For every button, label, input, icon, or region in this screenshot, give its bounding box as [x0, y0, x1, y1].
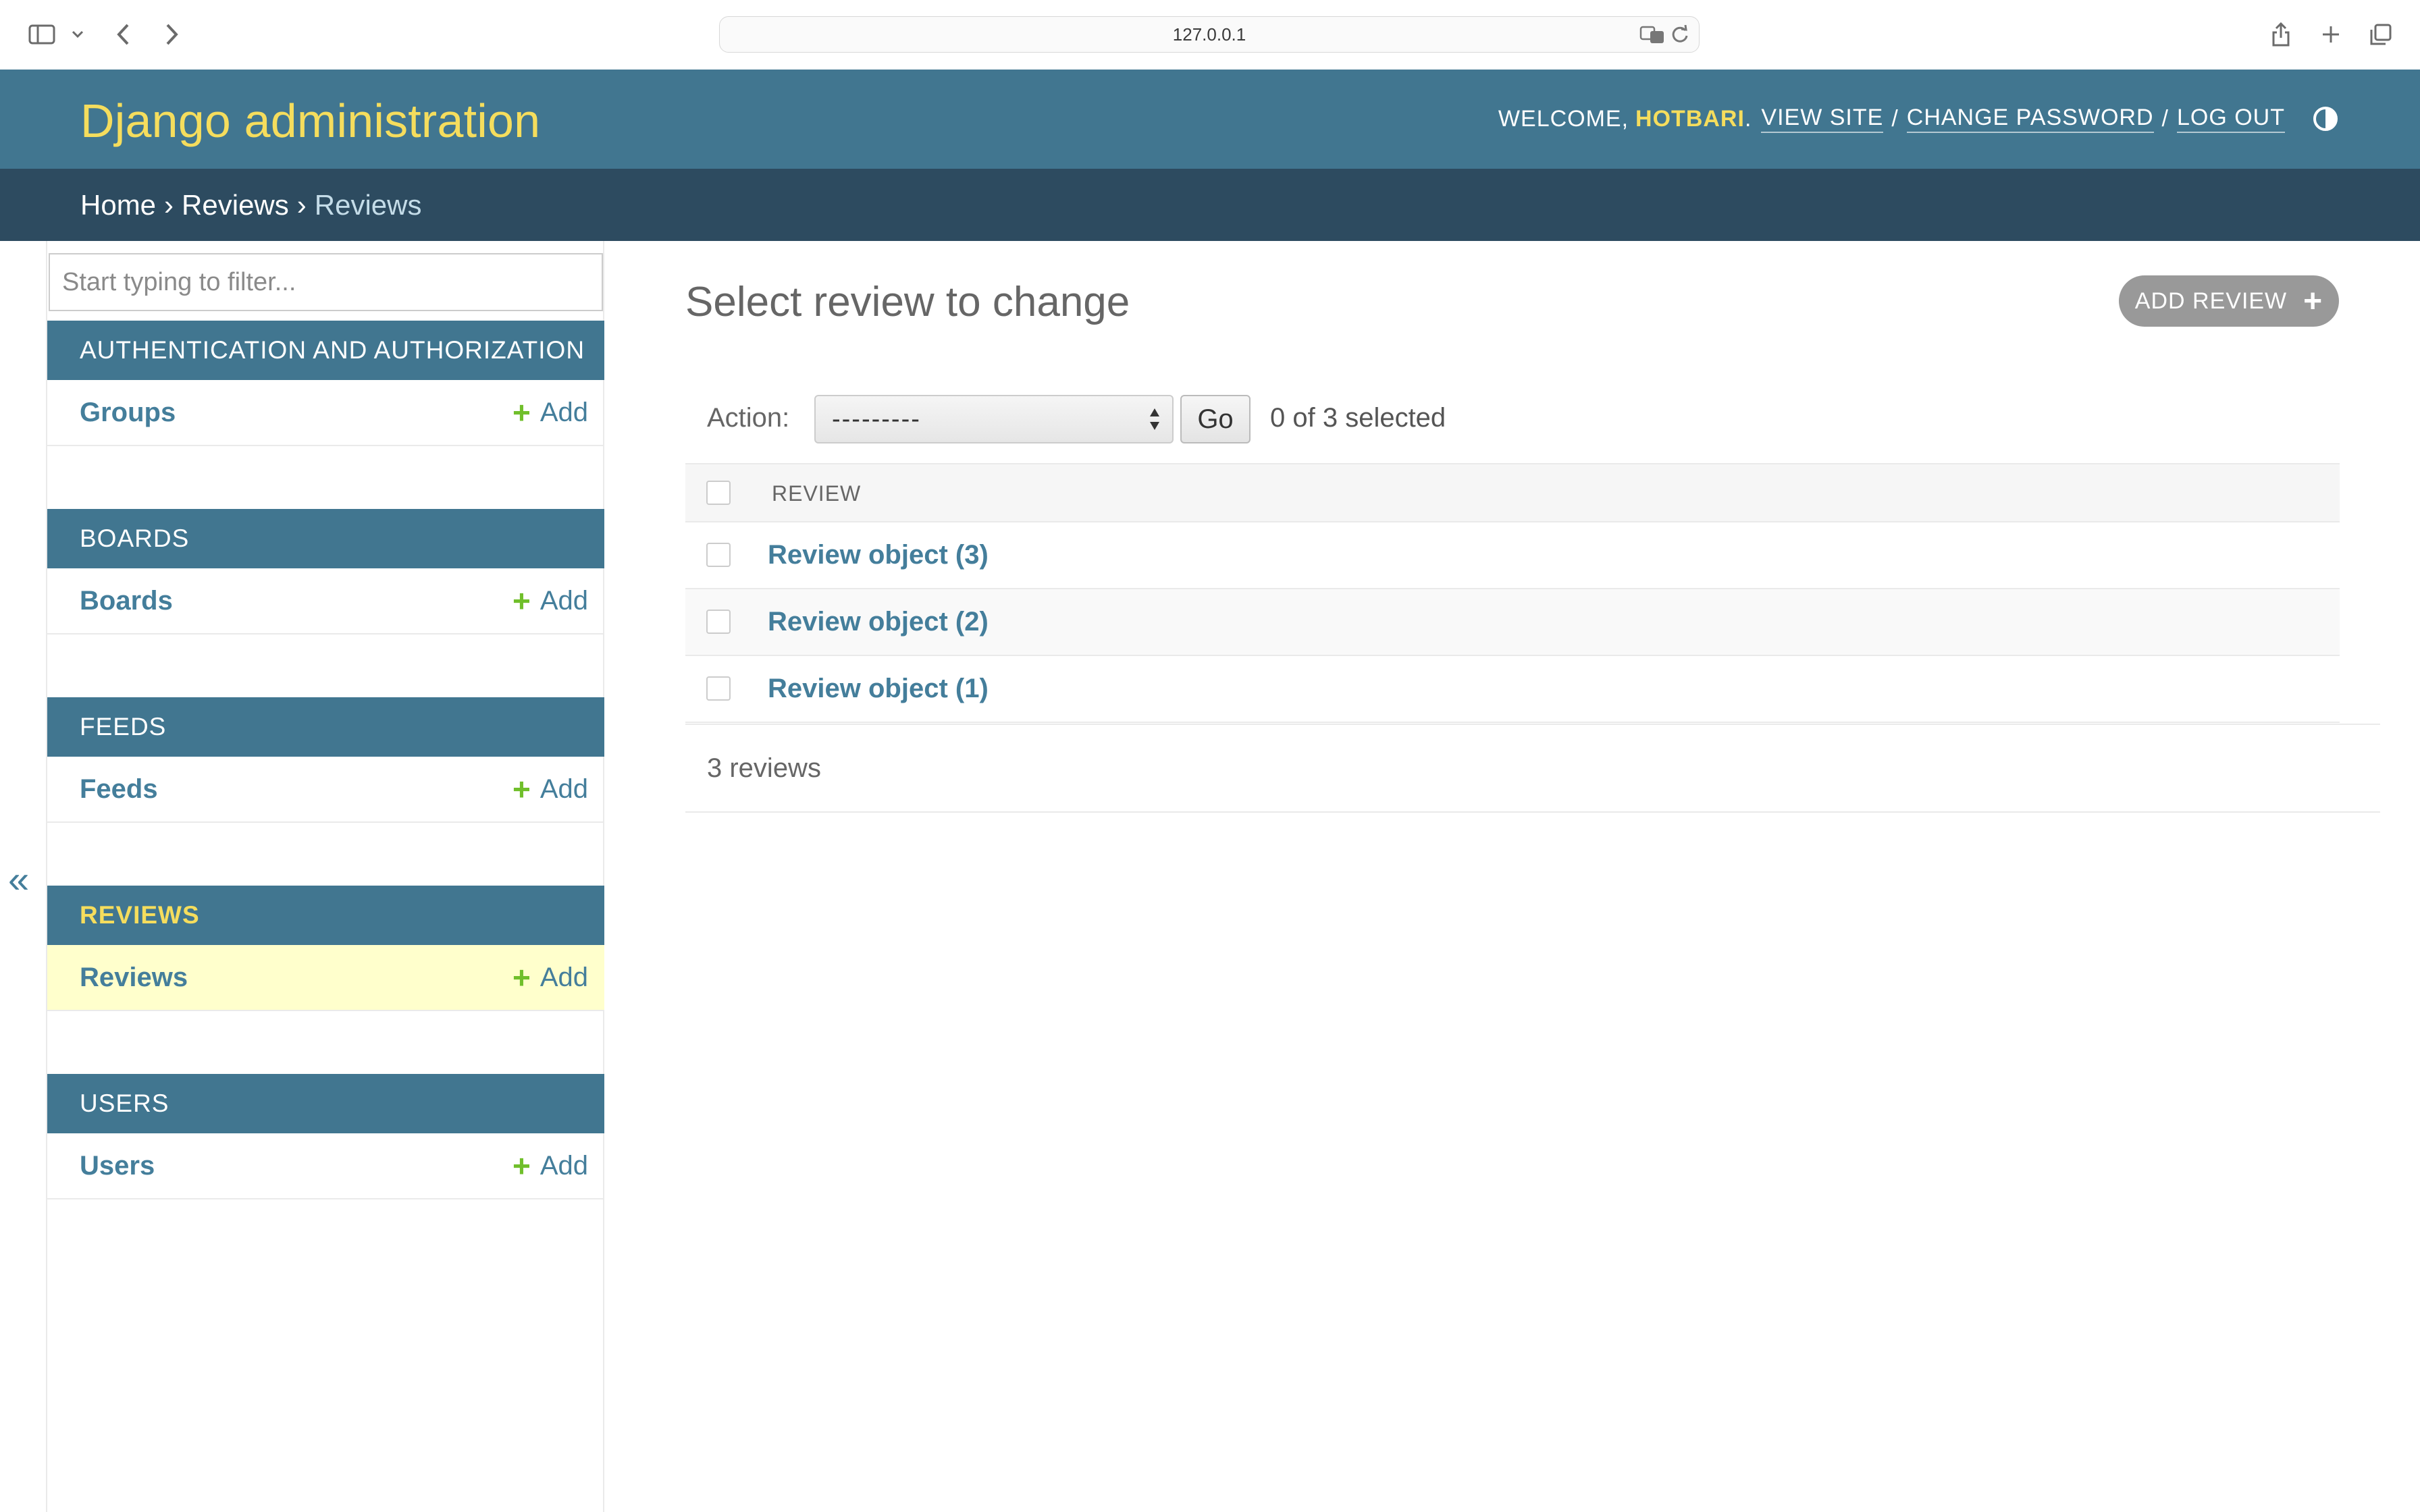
model-link-groups[interactable]: Groups [80, 380, 176, 445]
module-feeds: FEEDS Feeds + Add [47, 697, 604, 823]
site-header: Django administration WELCOME, HOTBARI .… [0, 70, 2420, 169]
row-checkbox[interactable] [706, 610, 731, 634]
add-label: Add [540, 586, 588, 616]
row-checkbox[interactable] [706, 543, 731, 567]
breadcrumb: Home › Reviews › Reviews [0, 169, 2420, 241]
add-review-button[interactable]: ADD REVIEW + [2119, 275, 2339, 327]
breadcrumb-app-link[interactable]: Reviews [182, 189, 289, 221]
add-review-label: ADD REVIEW [2134, 288, 2288, 314]
welcome-text: WELCOME, [1498, 105, 1629, 132]
module-caption-boards[interactable]: BOARDS [47, 509, 604, 568]
table-row: Review object (2) [685, 589, 2340, 656]
action-select-value: --------- [832, 405, 921, 433]
reload-icon[interactable] [1671, 24, 1689, 45]
toggle-sidebar-button[interactable]: « [8, 857, 29, 901]
model-link-boards[interactable]: Boards [80, 568, 173, 633]
chevron-down-icon[interactable] [68, 20, 88, 49]
add-label: Add [540, 1151, 588, 1181]
module-caption-feeds[interactable]: FEEDS [47, 697, 604, 757]
model-link-users[interactable]: Users [80, 1133, 155, 1198]
selection-count: 0 of 3 selected [1270, 403, 1446, 433]
period: . [1744, 105, 1752, 132]
breadcrumb-separator: › [296, 189, 307, 221]
model-link-reviews[interactable]: Reviews [80, 945, 188, 1010]
separator: / [2161, 105, 2169, 132]
add-plus-icon: + [512, 960, 531, 995]
module-reviews: REVIEWS Reviews + Add [47, 886, 604, 1011]
add-label: Add [540, 963, 588, 992]
select-all-checkbox[interactable] [706, 481, 731, 505]
review-link[interactable]: Review object (3) [768, 522, 989, 588]
back-arrow-icon[interactable] [110, 20, 137, 49]
add-reviews-link[interactable]: + Add [512, 945, 588, 1010]
sidebar-item-reviews: Reviews + Add [47, 945, 604, 1011]
select-arrows-icon [1150, 408, 1159, 430]
table-header: REVIEW [685, 463, 2340, 522]
username: HOTBARI [1635, 105, 1745, 132]
breadcrumb-home-link[interactable]: Home [80, 189, 156, 221]
nav-filter-input[interactable] [50, 254, 602, 310]
change-password-link[interactable]: CHANGE PASSWORD [1906, 105, 2154, 133]
paginator: 3 reviews [685, 724, 2380, 813]
action-select[interactable]: --------- [814, 395, 1174, 443]
address-bar[interactable]: 127.0.0.1 [719, 16, 1700, 53]
results-table: REVIEW Review object (3) Review object (… [685, 463, 2340, 723]
sidebar-item-groups: Groups + Add [47, 380, 604, 446]
theme-toggle-icon[interactable] [2312, 105, 2339, 132]
separator: / [1891, 105, 1899, 132]
new-tab-icon[interactable] [2317, 20, 2344, 49]
url-text: 127.0.0.1 [1172, 24, 1246, 45]
review-link[interactable]: Review object (2) [768, 589, 989, 655]
add-plus-icon: + [512, 395, 531, 430]
add-plus-icon: + [512, 1148, 531, 1183]
view-site-link[interactable]: VIEW SITE [1761, 105, 1884, 133]
add-plus-icon: + [512, 583, 531, 618]
actions-bar: Action: --------- Go 0 of 3 selected [685, 385, 2340, 463]
translate-icon[interactable] [1639, 24, 1666, 45]
module-users: USERS Users + Add [47, 1074, 604, 1199]
row-checkbox[interactable] [706, 676, 731, 701]
go-button[interactable]: Go [1180, 395, 1251, 443]
sidebar-item-boards: Boards + Add [47, 568, 604, 634]
breadcrumb-separator: › [164, 189, 174, 221]
share-icon[interactable] [2267, 20, 2294, 49]
module-auth: AUTHENTICATION AND AUTHORIZATION Groups … [47, 321, 604, 446]
add-label: Add [540, 398, 588, 427]
sidebar-toggle-icon[interactable] [27, 20, 57, 49]
table-row: Review object (1) [685, 656, 2340, 723]
site-branding[interactable]: Django administration [80, 94, 540, 148]
forward-arrow-icon[interactable] [158, 20, 185, 49]
log-out-link[interactable]: LOG OUT [2176, 105, 2285, 133]
model-link-feeds[interactable]: Feeds [80, 757, 158, 821]
breadcrumb-current: Reviews [314, 189, 422, 221]
add-groups-link[interactable]: + Add [512, 380, 588, 445]
add-boards-link[interactable]: + Add [512, 568, 588, 633]
nav-filter [49, 253, 603, 311]
user-tools: WELCOME, HOTBARI . VIEW SITE / CHANGE PA… [1498, 105, 2339, 133]
add-users-link[interactable]: + Add [512, 1133, 588, 1198]
add-label: Add [540, 774, 588, 804]
module-caption-auth[interactable]: AUTHENTICATION AND AUTHORIZATION [47, 321, 604, 380]
nav-sidebar: AUTHENTICATION AND AUTHORIZATION Groups … [46, 241, 604, 1512]
sidebar-item-feeds: Feeds + Add [47, 757, 604, 823]
review-link[interactable]: Review object (1) [768, 656, 989, 722]
module-boards: BOARDS Boards + Add [47, 509, 604, 634]
add-feeds-link[interactable]: + Add [512, 757, 588, 821]
tab-overview-icon[interactable] [2367, 20, 2394, 49]
result-count: 3 reviews [707, 753, 821, 783]
sidebar-item-users: Users + Add [47, 1133, 604, 1199]
column-header-review[interactable]: REVIEW [772, 464, 861, 522]
table-row: Review object (3) [685, 522, 2340, 589]
add-plus-icon: + [512, 772, 531, 807]
browser-toolbar: 127.0.0.1 [0, 0, 2420, 70]
module-caption-users[interactable]: USERS [47, 1074, 604, 1133]
module-caption-reviews[interactable]: REVIEWS [47, 886, 604, 945]
plus-icon: + [2303, 283, 2323, 319]
action-label: Action: [707, 403, 790, 433]
page-title: Select review to change [685, 279, 1130, 325]
